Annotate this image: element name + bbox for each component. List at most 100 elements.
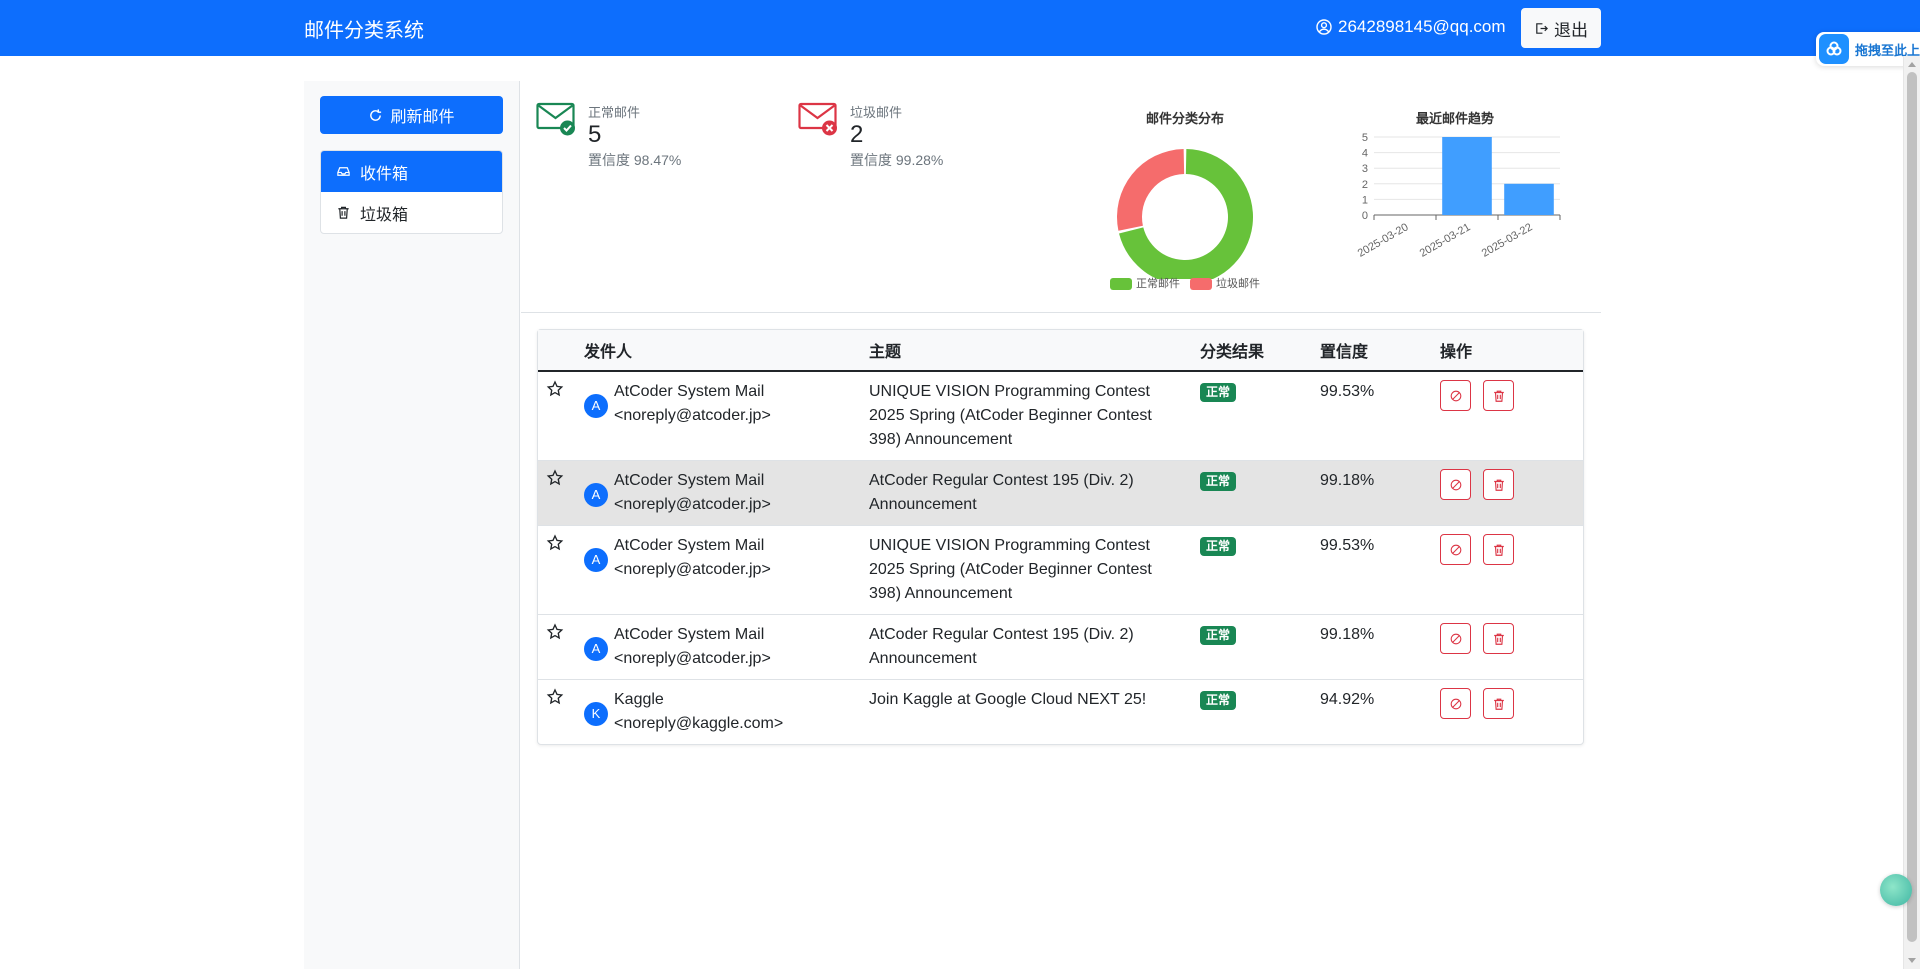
normal-mail-label: 正常邮件: [588, 105, 641, 120]
mark-spam-button[interactable]: [1440, 688, 1471, 719]
legend-swatch-spam: [1190, 278, 1212, 291]
sender-cell: A AtCoder System Mail <noreply@atcoder.j…: [574, 372, 861, 460]
table-row[interactable]: A AtCoder System Mail <noreply@atcoder.j…: [538, 461, 1583, 526]
header-sender: 发件人: [584, 344, 633, 361]
scroll-up-arrow-icon[interactable]: [1908, 62, 1916, 67]
user-circle-icon: [1316, 19, 1332, 35]
sender-name: Kaggle: [614, 691, 664, 708]
scroll-thumb[interactable]: [1907, 72, 1917, 942]
spam-mail-count: 2: [850, 121, 864, 148]
y-tick-label: 1: [1362, 194, 1368, 206]
header-confidence: 置信度: [1320, 344, 1369, 361]
subject-cell[interactable]: AtCoder Regular Contest 195 (Div. 2) Ann…: [861, 461, 1192, 525]
top-navbar: 邮件分类系统 2642898145@qq.com 退出: [0, 0, 1920, 56]
star-icon[interactable]: [546, 623, 564, 641]
y-tick-label: 2: [1362, 179, 1368, 191]
y-tick-label: 0: [1362, 210, 1368, 222]
spam-mail-confidence: 置信度 99.28%: [850, 152, 944, 168]
refresh-mail-button[interactable]: 刷新邮件: [320, 96, 503, 134]
delete-button[interactable]: [1483, 534, 1514, 565]
sender-avatar: A: [584, 637, 608, 661]
distribution-donut: [1117, 149, 1253, 279]
subject-cell[interactable]: UNIQUE VISION Programming Contest 2025 S…: [861, 372, 1192, 460]
star-icon[interactable]: [546, 688, 564, 706]
mark-spam-button[interactable]: [1440, 623, 1471, 654]
table-row[interactable]: A AtCoder System Mail <noreply@atcoder.j…: [538, 372, 1583, 461]
star-icon[interactable]: [546, 380, 564, 398]
confidence-cell: 99.18%: [1320, 626, 1375, 643]
result-cell: 正常: [1192, 461, 1312, 525]
sender-name: AtCoder System Mail: [614, 537, 765, 554]
user-email: 2642898145@qq.com: [1338, 17, 1506, 36]
subject-cell[interactable]: Join Kaggle at Google Cloud NEXT 25!: [861, 680, 1192, 744]
stats-divider: [521, 312, 1601, 313]
normal-mail-stat: 正常邮件 5 置信度 98.47%: [536, 86, 681, 170]
delete-button[interactable]: [1483, 623, 1514, 654]
legend-label-spam: 垃圾邮件: [1216, 278, 1260, 290]
table-row[interactable]: A AtCoder System Mail <noreply@atcoder.j…: [538, 615, 1583, 680]
subject-cell[interactable]: UNIQUE VISION Programming Contest 2025 S…: [861, 526, 1192, 614]
star-icon[interactable]: [546, 534, 564, 552]
subject-cell[interactable]: AtCoder Regular Contest 195 (Div. 2) Ann…: [861, 615, 1192, 679]
table-row[interactable]: K Kaggle <noreply@kaggle.com> Join Kaggl…: [538, 680, 1583, 744]
delete-button[interactable]: [1483, 380, 1514, 411]
sender-avatar: A: [584, 483, 608, 507]
distribution-chart: 邮件分类分布 正常邮件 垃圾邮件: [1100, 108, 1270, 291]
status-badge: 正常: [1200, 537, 1237, 556]
refresh-mail-label: 刷新邮件: [390, 109, 455, 126]
trend-bar[interactable]: [1442, 137, 1492, 215]
ban-icon: [1450, 633, 1461, 644]
legend-item-normal[interactable]: 正常邮件: [1110, 275, 1180, 291]
sidebar-item-trash[interactable]: 垃圾箱: [321, 192, 502, 233]
sender-cell: K Kaggle <noreply@kaggle.com>: [574, 680, 861, 744]
sender-name: AtCoder System Mail: [614, 472, 765, 489]
sidebar-item-inbox[interactable]: 收件箱: [321, 151, 502, 192]
app-title[interactable]: 邮件分类系统: [304, 14, 424, 43]
confidence-cell: 99.53%: [1320, 537, 1375, 554]
sender-email: <noreply@atcoder.jp>: [614, 561, 771, 578]
x-tick-label: 2025-03-21: [1418, 221, 1473, 260]
inbox-icon: [337, 167, 350, 176]
result-cell: 正常: [1192, 526, 1312, 614]
delete-button[interactable]: [1483, 688, 1514, 719]
sidebar-item-label: 垃圾箱: [360, 206, 409, 224]
page-scrollbar[interactable]: [1903, 56, 1920, 969]
legend-label-normal: 正常邮件: [1136, 278, 1180, 290]
table-row[interactable]: A AtCoder System Mail <noreply@atcoder.j…: [538, 526, 1583, 615]
spam-mail-stat: 垃圾邮件 2 置信度 99.28%: [798, 86, 943, 170]
trash-icon: [338, 206, 349, 219]
mark-spam-button[interactable]: [1440, 380, 1471, 411]
sender-avatar: K: [584, 702, 608, 726]
refresh-icon: [370, 108, 382, 121]
donut-slice-spam[interactable]: [1117, 149, 1185, 231]
distribution-chart-title: 邮件分类分布: [1145, 111, 1224, 126]
y-tick-label: 4: [1362, 148, 1368, 160]
delete-button[interactable]: [1483, 469, 1514, 500]
assistant-bubble-icon[interactable]: [1880, 874, 1912, 906]
normal-mail-count: 5: [588, 121, 602, 148]
folder-nav: 收件箱 垃圾箱: [320, 150, 503, 234]
x-tick-label: 2025-03-20: [1356, 221, 1411, 260]
mark-spam-button[interactable]: [1440, 469, 1471, 500]
scroll-down-arrow-icon[interactable]: [1908, 958, 1916, 963]
user-account: 2642898145@qq.com: [1316, 17, 1506, 37]
trend-chart-title: 最近邮件趋势: [1415, 111, 1494, 126]
normal-mail-confidence: 置信度 98.47%: [588, 152, 682, 168]
legend-item-spam[interactable]: 垃圾邮件: [1190, 275, 1260, 291]
mail-check-icon: [536, 102, 575, 136]
sender-cell: A AtCoder System Mail <noreply@atcoder.j…: [574, 615, 861, 679]
mail-x-icon: [798, 102, 837, 136]
sender-email: <noreply@atcoder.jp>: [614, 407, 771, 424]
table-body: A AtCoder System Mail <noreply@atcoder.j…: [538, 372, 1583, 744]
trend-bar[interactable]: [1504, 183, 1554, 215]
trash-icon: [1493, 544, 1504, 556]
ban-icon: [1450, 390, 1461, 401]
star-icon[interactable]: [546, 469, 564, 487]
status-badge: 正常: [1200, 472, 1237, 491]
ban-icon: [1450, 544, 1461, 555]
y-tick-label: 3: [1362, 163, 1368, 175]
confidence-cell: 99.53%: [1320, 383, 1375, 400]
header-actions: 操作: [1440, 344, 1473, 361]
mark-spam-button[interactable]: [1440, 534, 1471, 565]
logout-button[interactable]: 退出: [1521, 8, 1601, 48]
